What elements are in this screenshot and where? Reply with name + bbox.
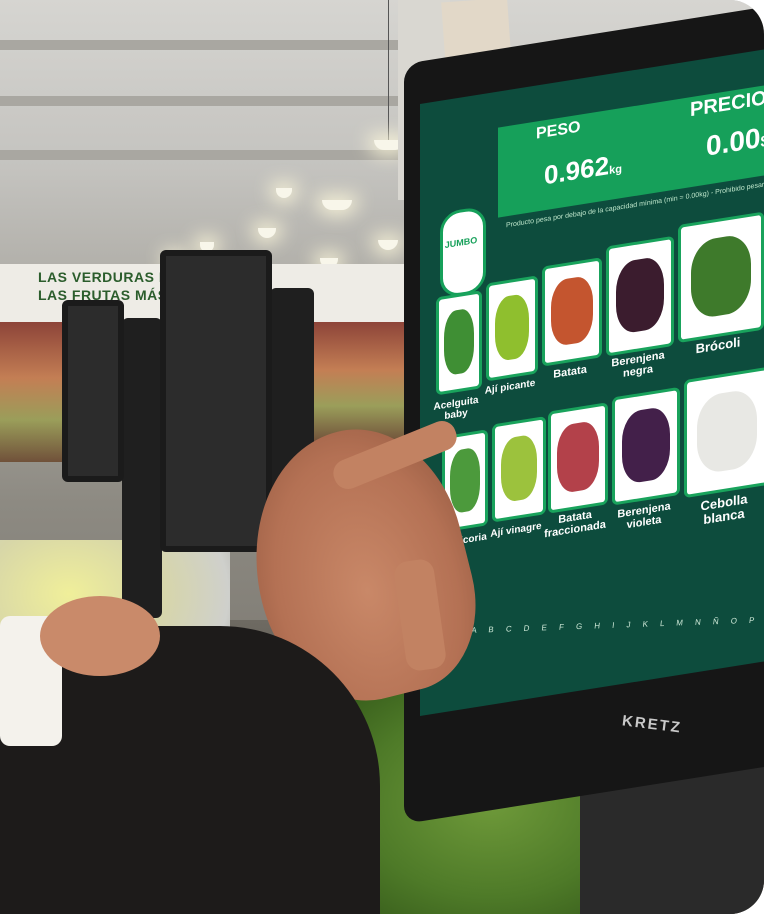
ceiling-beam — [0, 40, 420, 50]
product-tile[interactable] — [684, 366, 764, 499]
ceiling-beam — [0, 150, 420, 160]
product-tile[interactable] — [678, 211, 764, 344]
kiosk-post — [122, 318, 162, 618]
product-image — [616, 254, 664, 336]
product-tile[interactable] — [606, 235, 674, 357]
product-image — [557, 420, 599, 494]
product-tile[interactable] — [492, 416, 546, 523]
product-image — [500, 433, 538, 504]
background-kiosk-screen — [160, 250, 272, 552]
photo-frame: LAS VERDURAS MÁS LAS FRUTAS MÁS D PESO P… — [0, 0, 764, 914]
background-kiosk-screen — [62, 300, 124, 482]
product-label: Acelguita baby — [433, 394, 479, 423]
price-suffix: $ — [760, 132, 764, 152]
product-image — [494, 292, 530, 363]
weight-unit: kg — [609, 163, 622, 178]
product-label: Ají vinagre — [490, 520, 542, 540]
alphabet-index[interactable]: A B C D E F G H I J K L M N Ñ O P — [470, 614, 764, 641]
product-image — [449, 446, 481, 514]
product-tile[interactable] — [486, 275, 538, 382]
lamp-cord — [388, 0, 389, 140]
product-tile[interactable] — [548, 402, 608, 514]
product-tile[interactable] — [436, 290, 482, 396]
product-tile[interactable] — [542, 257, 602, 367]
product-tile[interactable] — [612, 386, 680, 506]
product-image — [696, 387, 758, 476]
product-image — [443, 307, 475, 377]
ceiling-beam — [0, 96, 420, 106]
produce-shelf — [0, 322, 66, 462]
store-logo — [440, 205, 486, 299]
product-image — [551, 274, 593, 348]
product-image — [622, 405, 670, 485]
hand — [40, 596, 160, 676]
product-image — [690, 232, 752, 321]
